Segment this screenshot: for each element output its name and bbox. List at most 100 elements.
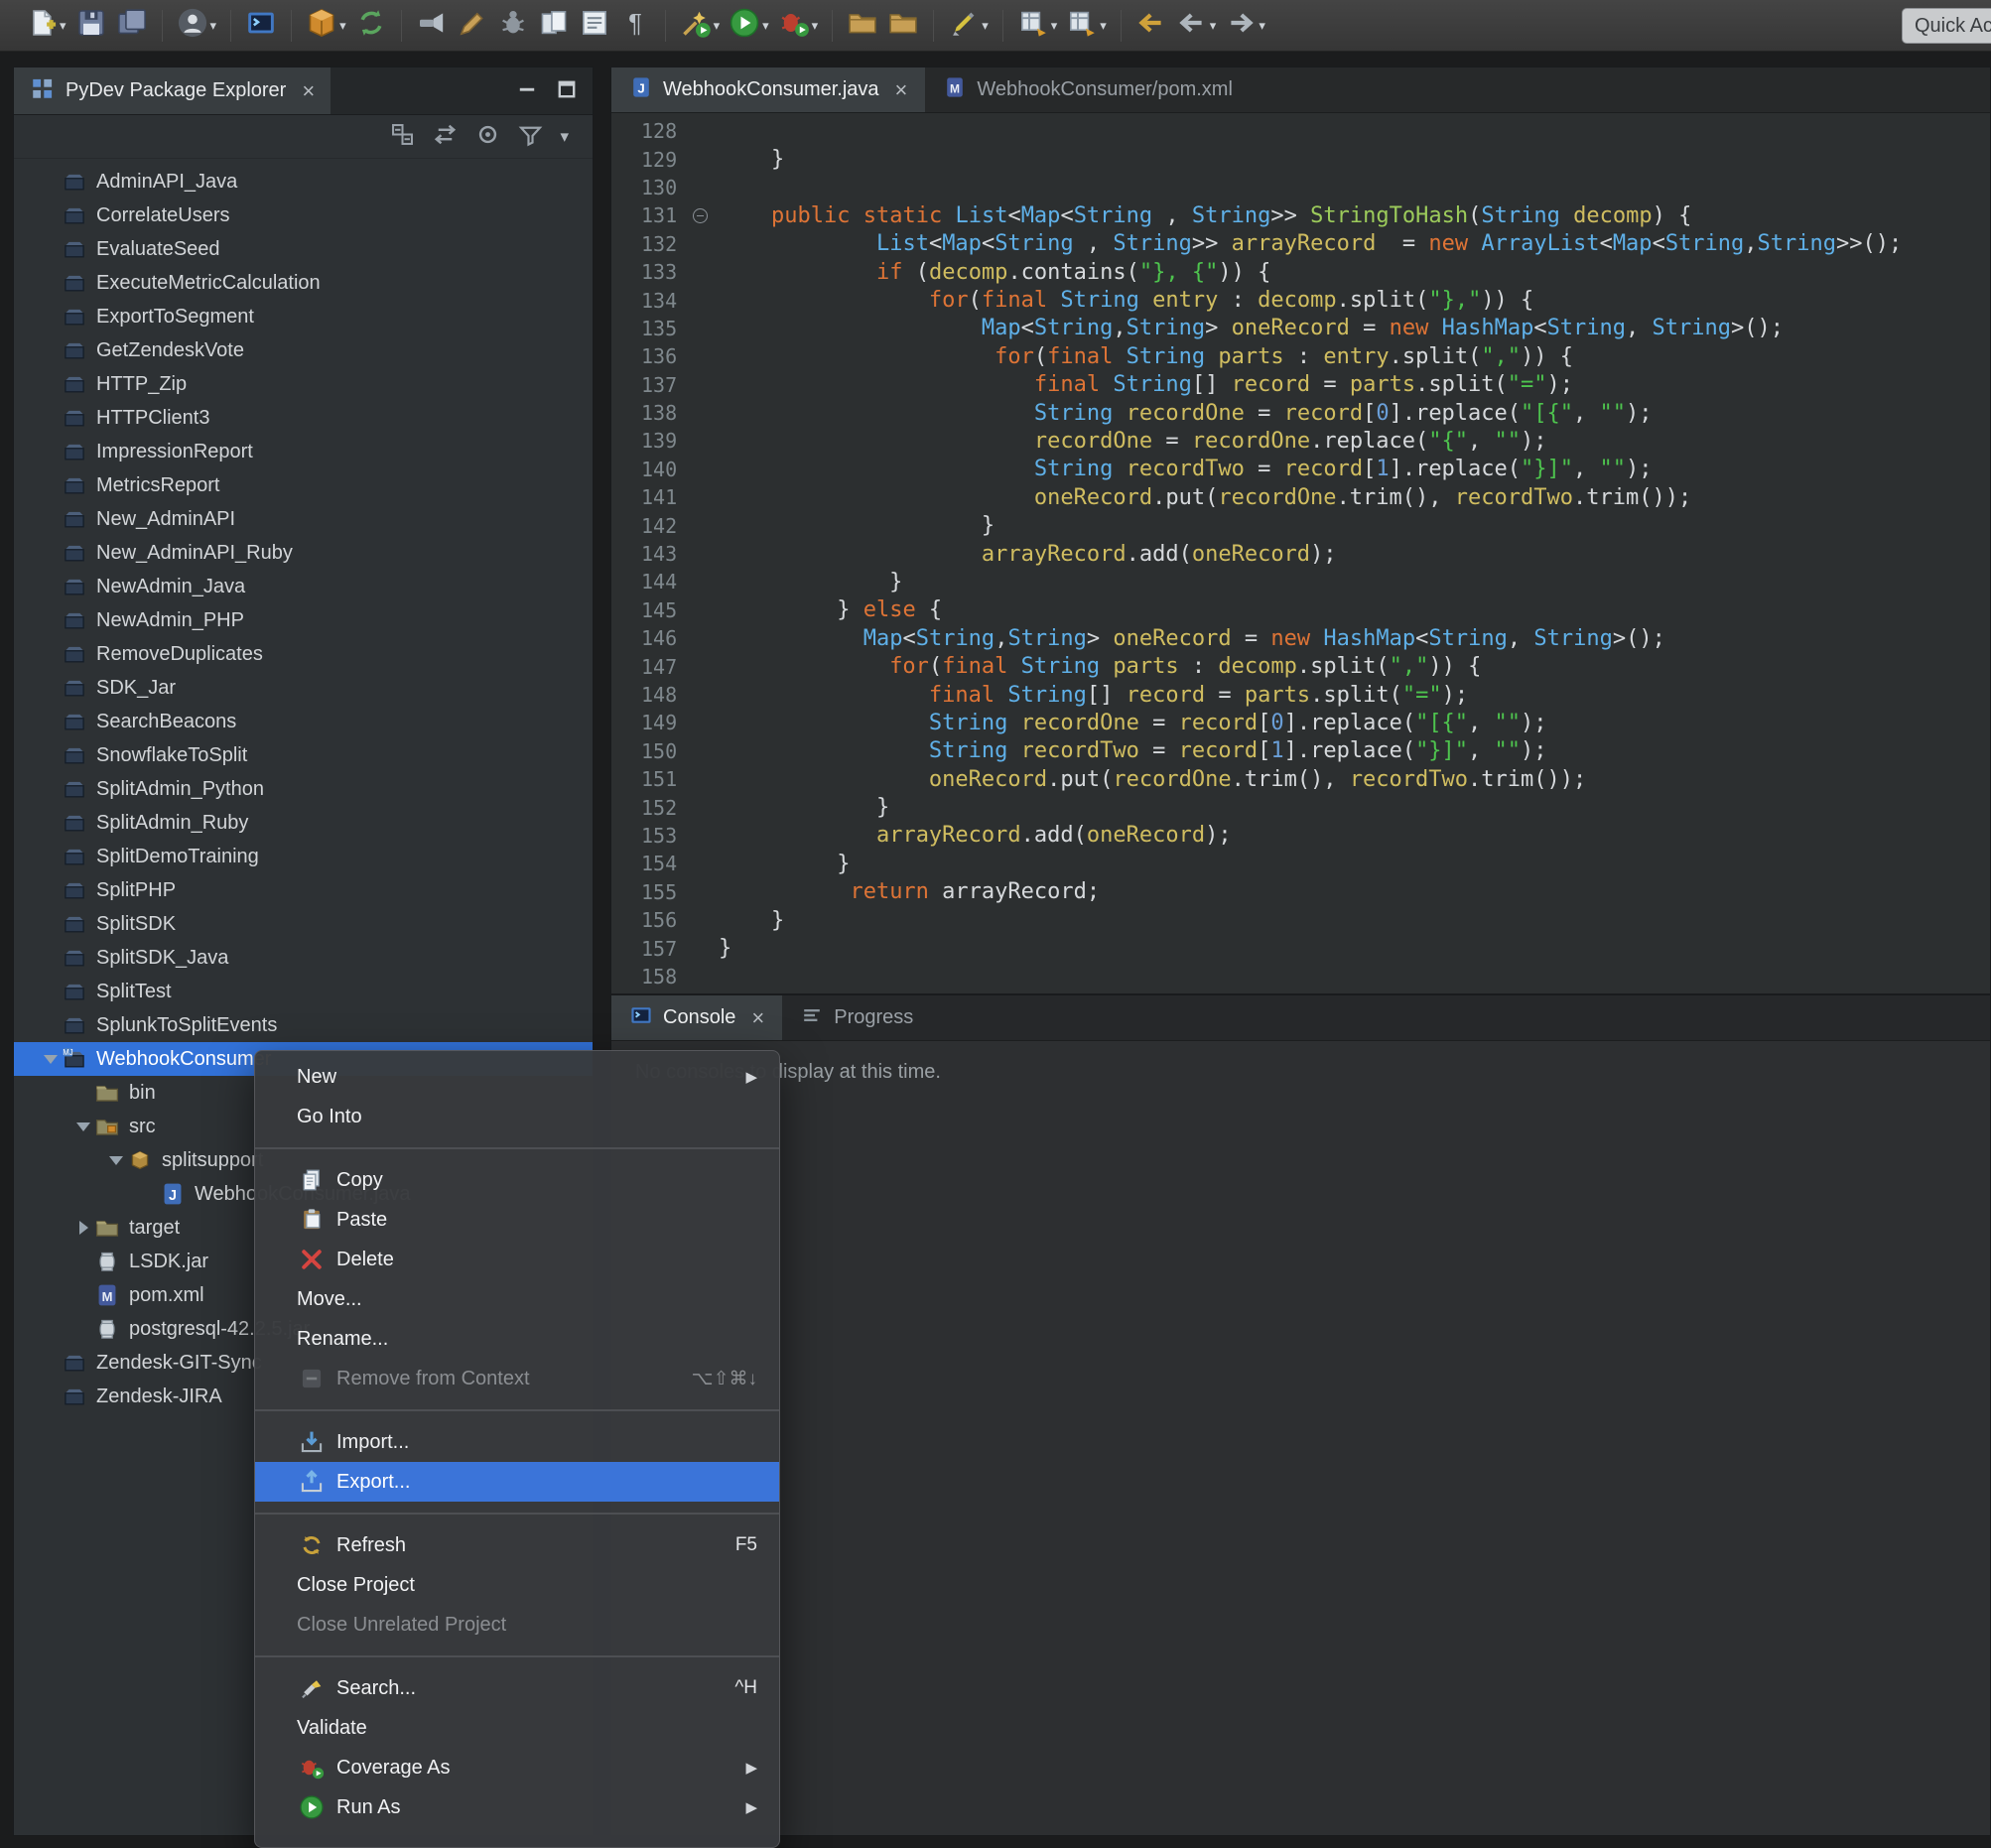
open-folder-button[interactable] [845,5,880,46]
show-whitespace-button[interactable]: ¶ [617,5,653,46]
menu-item-move[interactable]: Move... [255,1279,779,1319]
menu-item-export[interactable]: Export... [255,1462,779,1502]
close-icon[interactable]: × [302,80,315,102]
tree-item-removeduplicates[interactable]: RemoveDuplicates [14,637,593,671]
sync-projects-button[interactable] [353,5,389,46]
line-number: 156 [611,908,693,932]
menu-item-copy[interactable]: Copy [255,1160,779,1200]
run-button[interactable]: ▾ [727,5,771,46]
tree-item-metricsreport[interactable]: MetricsReport [14,468,593,502]
close-icon[interactable]: × [895,79,908,101]
menu-item-label: Paste [336,1209,387,1232]
console-tab-console[interactable]: Console× [611,995,782,1040]
jar-icon [94,1316,120,1342]
collapse-all-icon[interactable] [389,121,416,153]
expanded-arrow-icon[interactable] [105,1156,127,1165]
annotate-pen-button[interactable] [455,5,490,46]
external-tools-button[interactable]: ▾ [678,5,723,46]
console-view-button[interactable] [243,5,279,46]
explorer-tabbar: PyDev Package Explorer × [14,67,593,115]
tree-item-new-adminapi[interactable]: New_AdminAPI [14,502,593,536]
forward-button[interactable]: ▾ [1223,5,1267,46]
tree-item-httpclient3[interactable]: HTTPClient3 [14,401,593,435]
tree-item-label: Zendesk-GIT-Sync [96,1352,262,1375]
tree-item-executemetriccalculation[interactable]: ExecuteMetricCalculation [14,266,593,300]
last-edit-location-button[interactable] [1133,5,1169,46]
quick-access-field[interactable]: Quick Access [1902,8,1991,44]
folder-icon [94,1215,120,1241]
profile-button[interactable]: ▾ [175,5,219,46]
tree-item-searchbeacons[interactable]: SearchBeacons [14,705,593,738]
tree-item-splunktosplitevents[interactable]: SplunkToSplitEvents [14,1008,593,1042]
java-file-icon: J [160,1181,186,1207]
save-all-button[interactable] [114,5,150,46]
tree-item-exporttosegment[interactable]: ExportToSegment [14,300,593,333]
editor-tab-webhookconsumer-pom-xml[interactable]: MWebhookConsumer/pom.xml [925,67,1251,112]
prev-annotation-button[interactable]: ▾ [1015,5,1060,46]
tree-item-label: ExecuteMetricCalculation [96,272,321,295]
menu-item-run-as[interactable]: Run As▶ [255,1787,779,1827]
tree-item-getzendeskvote[interactable]: GetZendeskVote [14,333,593,367]
tree-item-sdk-jar[interactable]: SDK_Jar [14,671,593,705]
expanded-arrow-icon[interactable] [72,1122,94,1131]
tree-item-splitadmin-python[interactable]: SplitAdmin_Python [14,772,593,806]
doc-frame-button[interactable] [577,5,612,46]
menu-item-delete[interactable]: Delete [255,1240,779,1279]
fold-collapse-icon[interactable] [693,208,719,223]
filters-icon[interactable] [517,121,544,153]
tree-item-impressionreport[interactable]: ImpressionReport [14,435,593,468]
maximize-icon[interactable] [555,77,579,106]
tree-item-newadmin-java[interactable]: NewAdmin_Java [14,570,593,603]
new-wizard-button[interactable]: ▾ [24,5,68,46]
tree-item-splittest[interactable]: SplitTest [14,975,593,1008]
focus-icon[interactable] [474,121,501,153]
menu-item-paste[interactable]: Paste [255,1200,779,1240]
tree-item-snowflaketosplit[interactable]: SnowflakeToSplit [14,738,593,772]
menu-item-search[interactable]: Search...^H [255,1668,779,1708]
console-tab-progress[interactable]: Progress [782,995,931,1040]
tree-item-http-zip[interactable]: HTTP_Zip [14,367,593,401]
menu-item-refresh[interactable]: RefreshF5 [255,1525,779,1565]
tree-item-correlateusers[interactable]: CorrelateUsers [14,198,593,232]
menu-item-new[interactable]: New▶ [255,1057,779,1097]
tree-item-splitsdk[interactable]: SplitSDK [14,907,593,941]
tree-item-splitphp[interactable]: SplitPHP [14,873,593,907]
tree-item-label: SplitTest [96,981,172,1003]
dropdown-caret-icon: ▾ [60,18,66,34]
menu-item-close-project[interactable]: Close Project [255,1565,779,1605]
tree-item-evaluateseed[interactable]: EvaluateSeed [14,232,593,266]
next-annotation-button[interactable]: ▾ [1064,5,1109,46]
menu-item-go-into[interactable]: Go Into [255,1097,779,1136]
back-button[interactable]: ▾ [1174,5,1219,46]
menu-item-validate[interactable]: Validate [255,1708,779,1748]
tree-item-newadmin-php[interactable]: NewAdmin_PHP [14,603,593,637]
view-menu-icon[interactable]: ▾ [560,127,569,147]
java-package-button[interactable]: ▾ [304,5,348,46]
minimize-icon[interactable] [515,77,539,106]
tree-item-label: HTTP_Zip [96,373,187,396]
menu-item-rename[interactable]: Rename... [255,1319,779,1359]
bug-button[interactable] [495,5,531,46]
close-icon[interactable]: × [751,1007,764,1029]
tree-item-splitsdk-java[interactable]: SplitSDK_Java [14,941,593,975]
expanded-arrow-icon[interactable] [40,1055,62,1064]
coverage-button[interactable]: ▾ [776,5,821,46]
highlighter-button[interactable]: ▾ [946,5,991,46]
linked-docs-button[interactable] [536,5,572,46]
code-area[interactable]: 128129 }130131 public static List<Map<St… [611,113,1990,993]
open-folder-2-button[interactable] [885,5,921,46]
tree-item-adminapi-java[interactable]: AdminAPI_Java [14,165,593,198]
menu-item-import[interactable]: Import... [255,1422,779,1462]
tree-item-splitadmin-ruby[interactable]: SplitAdmin_Ruby [14,806,593,840]
dropdown-caret-icon: ▾ [210,18,217,34]
menu-item-coverage-as[interactable]: Coverage As▶ [255,1748,779,1787]
cleanup-spray-button[interactable] [414,5,450,46]
tree-item-new-adminapi-ruby[interactable]: New_AdminAPI_Ruby [14,536,593,570]
tab-pydev-package-explorer[interactable]: PyDev Package Explorer × [14,67,331,114]
tree-item-splitdemotraining[interactable]: SplitDemoTraining [14,840,593,873]
link-editor-icon[interactable] [432,121,459,153]
editor-tab-webhookconsumer-java[interactable]: JWebhookConsumer.java× [611,67,925,112]
svg-text:M: M [950,81,960,95]
save-button[interactable] [73,5,109,46]
collapsed-arrow-icon[interactable] [72,1221,94,1235]
